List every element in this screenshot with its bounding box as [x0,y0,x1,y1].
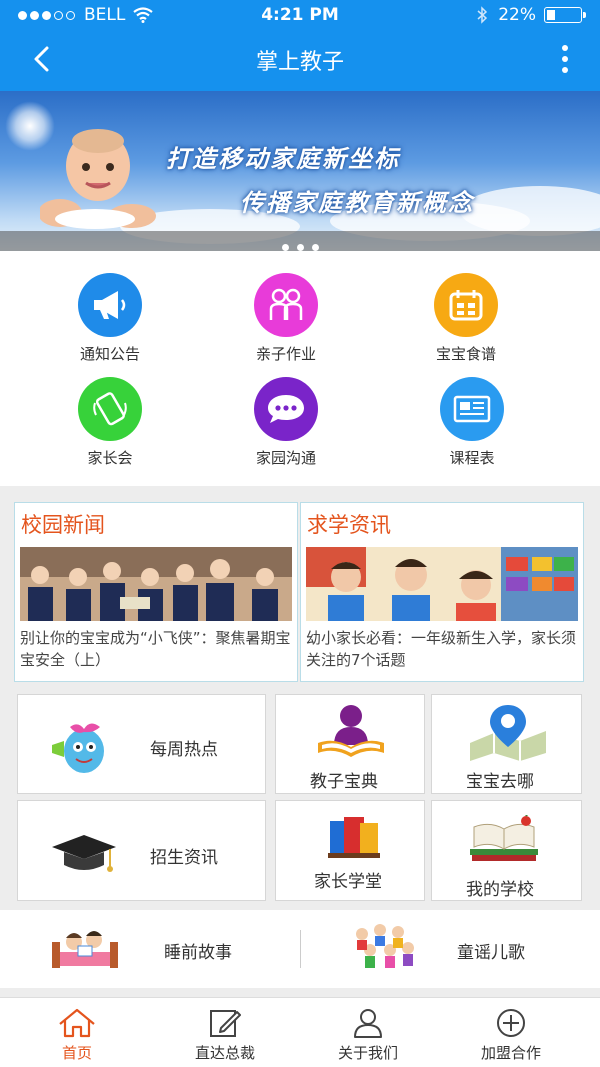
grid-item-recipes[interactable]: 宝宝食谱 [366,273,566,364]
grid-item-homework[interactable]: 亲子作业 [186,273,386,364]
parent-child-icon [254,273,318,337]
news-card-campus[interactable]: 校园新闻 别让你的宝宝成为“小飞侠”：聚焦暑期宝宝安全（上） [14,502,298,682]
news-text-campus: 别让你的宝宝成为“小飞侠”：聚焦暑期宝宝安全（上） [20,629,291,669]
row-item-nursery-songs[interactable]: 童谣儿歌 [300,910,600,988]
tab-label-about-us: 关于我们 [337,1044,398,1062]
grid-label-schedule: 课程表 [449,449,495,467]
tab-home[interactable]: 首页 [2,998,152,1063]
row-item-bedtime-story[interactable]: 睡前故事 [0,910,300,988]
news-title-campus: 校园新闻 [21,513,105,537]
banner-slogan-2: 传播家庭教育新概念 [240,189,474,217]
tab-join-us[interactable]: 加盟合作 [436,998,586,1063]
story-song-row: 睡前故事 童谣儿歌 [0,910,600,988]
news-title-study: 求学资讯 [307,513,391,537]
tab-label-home: 首页 [61,1044,92,1062]
home-icon [59,1008,95,1038]
edit-icon [210,1010,241,1037]
tab-bar: 首页 直达总裁 关于我们 加盟合作 [0,997,600,1067]
banner-pager[interactable] [0,236,600,251]
page-title: 掌上教子 [255,50,344,75]
tile-label-where-baby: 宝宝去哪 [466,772,534,792]
tile-label-admission: 招生资讯 [150,848,218,868]
open-book-icon [470,815,538,861]
battery-icon [544,7,586,23]
news-photo-study [306,547,578,621]
tile-label-my-school: 我的学校 [466,880,534,900]
grid-label-homework: 亲子作业 [255,345,316,363]
tile-my-school[interactable]: 我的学校 [431,800,582,901]
grid-item-meeting[interactable]: 家长会 [10,377,210,468]
tile-admission[interactable]: 招生资讯 [17,800,266,901]
tile-where-baby[interactable]: 宝宝去哪 [431,694,582,794]
tab-direct-ceo[interactable]: 直达总裁 [150,998,300,1063]
tile-weekly-hot[interactable]: 每周热点 [17,694,266,794]
grid-label-notice: 通知公告 [79,345,140,363]
grid-label-meeting: 家长会 [87,449,133,467]
bedtime-story-icon [52,931,118,968]
reader-book-icon [318,705,384,757]
promo-banner[interactable]: 打造移动家庭新坐标 传播家庭教育新概念 [0,91,600,251]
baby-illustration [40,129,156,229]
news-photo-campus [20,547,292,621]
app-header: BELL 4:21 PM 22% 掌上教子 [0,0,600,91]
mascot-icon [52,723,104,773]
tile-parent-school[interactable]: 家长学堂 [275,800,425,901]
grid-item-schedule[interactable]: 课程表 [372,377,572,468]
status-bar: BELL 4:21 PM 22% [0,0,600,30]
map-pin-icon [470,705,546,761]
children-group-icon [356,924,414,968]
tab-label-join-us: 加盟合作 [480,1044,541,1062]
tile-label-parenting-guide: 教子宝典 [310,772,378,792]
bedtime-story-label: 睡前故事 [164,943,232,963]
user-icon [354,1009,382,1038]
tab-about-us[interactable]: 关于我们 [293,998,443,1063]
megaphone-icon [78,273,142,337]
chat-icon [254,377,318,441]
grid-label-recipes: 宝宝食谱 [435,345,496,363]
tile-label-parent-school: 家长学堂 [314,872,382,892]
phone-icon [78,377,142,441]
feature-grid: 通知公告 亲子作业 宝宝食谱 家长会 家园沟通 课程表 [0,251,600,486]
tab-label-direct-ceo: 直达总裁 [194,1044,255,1062]
plus-circle-icon [497,1009,525,1037]
newspaper-icon [440,377,504,441]
nursery-songs-label: 童谣儿歌 [457,943,525,963]
calendar-icon [434,273,498,337]
graduation-cap-icon [52,835,116,872]
books-icon [328,817,380,858]
more-icon[interactable] [560,44,570,74]
news-text-study: 幼小家长必看：一年级新生入学，家长须关注的7个话题 [306,629,577,669]
grid-label-communication: 家园沟通 [255,449,316,467]
bluetooth-icon [477,6,488,24]
tile-label-weekly-hot: 每周热点 [150,740,218,760]
news-card-study[interactable]: 求学资讯 幼小家长必看：一年级新生入学，家长须关注的7个话题 [300,502,584,682]
grid-item-notice[interactable]: 通知公告 [10,273,210,364]
tile-parenting-guide[interactable]: 教子宝典 [275,694,425,794]
grid-item-communication[interactable]: 家园沟通 [186,377,386,468]
banner-slogan-1: 打造移动家庭新坐标 [166,145,400,173]
battery-percent: 22% [498,5,536,25]
